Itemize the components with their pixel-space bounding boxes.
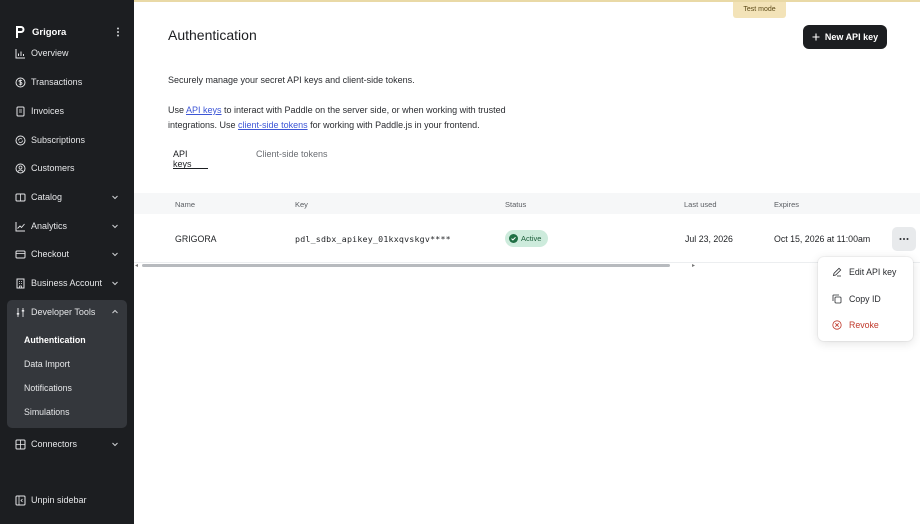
table-header [134, 193, 920, 214]
chevron-down-icon [112, 195, 118, 200]
dollar-circle-icon [15, 77, 26, 87]
analytics-icon [15, 221, 25, 231]
menu-item-label: Copy ID [849, 294, 881, 304]
menu-item-copy-id[interactable]: Copy ID [832, 292, 908, 306]
chevron-down-icon [112, 281, 118, 286]
sidebar-item-label: Checkout [31, 249, 70, 259]
grid-plus-icon [15, 439, 26, 449]
column-header-last-used: Last used [684, 200, 717, 209]
sidebar-item-label: Analytics [31, 221, 68, 231]
sidebar-subitem-notifications[interactable]: Notifications [24, 380, 72, 396]
scroll-left-icon[interactable]: ◂ [135, 262, 138, 269]
sidebar-item-analytics[interactable]: Analytics [7, 215, 127, 237]
sidebar-item-checkout[interactable]: Checkout [7, 243, 127, 265]
page-description: Securely manage your secret API keys and… [168, 75, 415, 85]
sidebar-item-connectors[interactable]: Connectors [7, 433, 127, 455]
api-keys-link[interactable]: API keys [186, 105, 222, 115]
more-horizontal-icon [899, 238, 909, 240]
sidebar-item-label: Invoices [31, 106, 65, 116]
user-circle-icon [15, 163, 26, 173]
sidebar-item-label: Customers [31, 163, 75, 173]
desc-text: Use [168, 105, 187, 115]
cart-icon [15, 250, 26, 258]
sidebar-item-label: Overview [31, 48, 69, 58]
x-circle-icon [832, 320, 842, 330]
client-side-tokens-link[interactable]: client-side tokens [238, 120, 308, 130]
menu-item-label: Revoke [849, 320, 879, 330]
sidebar-item-label: Developer Tools [31, 307, 96, 317]
cell-name: GRIGORA [175, 234, 217, 244]
paddle-logo-icon [16, 26, 25, 38]
sidebar: Grigora Overview Transactions Invoices S… [0, 0, 134, 524]
page-description-links: Use API keys to interact with Paddle on … [168, 103, 528, 133]
sidebar-item-label: Business Account [31, 278, 103, 288]
row-actions-menu: Edit API key Copy ID Revoke [818, 257, 913, 341]
chart-bar-icon [15, 48, 25, 58]
column-header-name: Name [175, 200, 196, 209]
test-mode-bar [134, 0, 920, 2]
menu-item-revoke[interactable]: Revoke [832, 318, 908, 332]
chevron-down-icon [112, 224, 118, 229]
tab-client-side-tokens[interactable]: Client-side tokens [256, 149, 328, 169]
tab-api-keys[interactable]: API keys [173, 149, 208, 169]
page-title: Authentication [168, 27, 257, 43]
cell-last-used: Jul 23, 2026 [685, 234, 733, 244]
sidebar-item-subscriptions[interactable]: Subscriptions [7, 129, 127, 151]
menu-item-edit-api-key[interactable]: Edit API key [832, 265, 908, 279]
plus-icon [812, 33, 820, 41]
scroll-right-icon[interactable]: ▸ [692, 262, 695, 269]
sidebar-subitem-data-import[interactable]: Data Import [24, 356, 70, 372]
sidebar-item-label: Catalog [31, 192, 63, 202]
kebab-icon[interactable] [112, 26, 124, 38]
check-circle-icon [509, 234, 518, 243]
column-header-status: Status [505, 200, 527, 209]
new-api-key-button[interactable]: New API key [803, 25, 887, 49]
sidebar-item-overview[interactable]: Overview [7, 42, 127, 64]
new-api-key-label: New API key [824, 32, 879, 42]
horizontal-scrollbar[interactable] [142, 264, 670, 267]
copy-icon [832, 294, 842, 304]
catalog-icon [15, 193, 26, 201]
sliders-icon [16, 307, 25, 317]
column-header-key: Key [295, 200, 308, 209]
status-badge: Active [505, 230, 548, 247]
cell-expires: Oct 15, 2026 at 11:00am [774, 234, 871, 244]
sidebar-subitem-simulations[interactable]: Simulations [24, 404, 69, 420]
unpin-sidebar-button[interactable]: Unpin sidebar [7, 489, 127, 511]
workspace-name: Grigora [32, 26, 67, 38]
sidebar-item-business-account[interactable]: Business Account [7, 272, 127, 294]
sidebar-item-developer-tools[interactable]: Developer Tools [7, 301, 127, 323]
sidebar-item-label: Transactions [31, 77, 83, 87]
workspace-switcher[interactable]: Grigora [14, 24, 124, 40]
chevron-down-icon [112, 442, 118, 447]
chevron-down-icon [112, 252, 118, 257]
sidebar-item-label: Connectors [31, 439, 78, 449]
cell-key: pdl_sdbx_apikey_01kxqvskgv**** [295, 234, 451, 244]
sidebar-subitem-authentication[interactable]: Authentication [24, 332, 86, 348]
sidebar-item-catalog[interactable]: Catalog [7, 186, 127, 208]
sidebar-item-invoices[interactable]: Invoices [7, 100, 127, 122]
sidebar-item-label: Subscriptions [31, 135, 86, 145]
sidebar-item-transactions[interactable]: Transactions [7, 71, 127, 93]
test-mode-badge: Test mode [733, 2, 786, 18]
invoice-icon [16, 106, 25, 116]
row-divider [134, 262, 920, 263]
desc-text: for working with Paddle.js in your front… [307, 120, 480, 130]
chevron-up-icon [112, 309, 118, 314]
unpin-sidebar-label: Unpin sidebar [31, 495, 87, 505]
status-label: Active [521, 234, 542, 243]
developer-tools-group: Developer Tools Authentication Data Impo… [7, 300, 127, 428]
row-actions-button[interactable] [892, 227, 916, 251]
subscription-icon [15, 135, 26, 145]
menu-item-label: Edit API key [849, 267, 897, 277]
pencil-icon [832, 267, 842, 277]
column-header-expires: Expires [774, 200, 800, 209]
sidebar-panel-icon [15, 495, 26, 505]
sidebar-item-customers[interactable]: Customers [7, 157, 127, 179]
building-icon [16, 278, 25, 288]
